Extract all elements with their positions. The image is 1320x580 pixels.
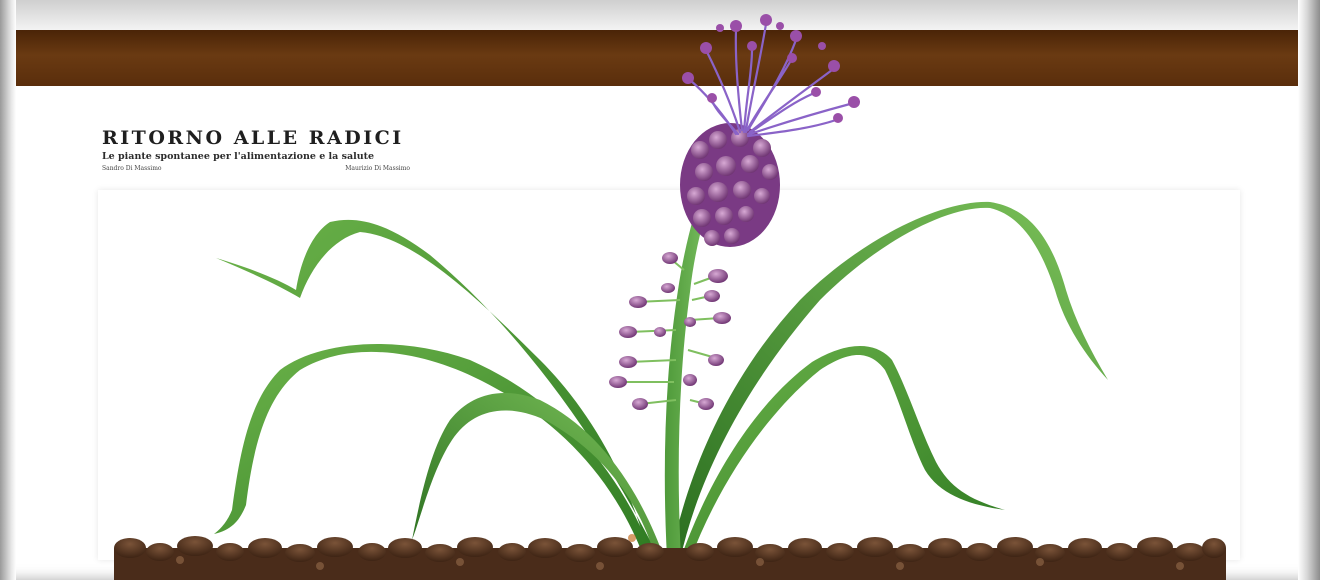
leaf-right-inner bbox=[680, 345, 1005, 560]
leaf-far-left bbox=[216, 219, 660, 561]
plant-illustration bbox=[114, 14, 1226, 580]
flower-head bbox=[680, 123, 780, 247]
tassel-tips bbox=[682, 14, 860, 123]
leaves bbox=[214, 201, 1108, 561]
flower-tassel bbox=[688, 22, 852, 138]
leaf-left-inner bbox=[412, 392, 665, 560]
leaf-right-long bbox=[670, 201, 1108, 560]
banner-frame: RITORNO ALLE RADICI Le piante spontanee … bbox=[0, 0, 1320, 580]
